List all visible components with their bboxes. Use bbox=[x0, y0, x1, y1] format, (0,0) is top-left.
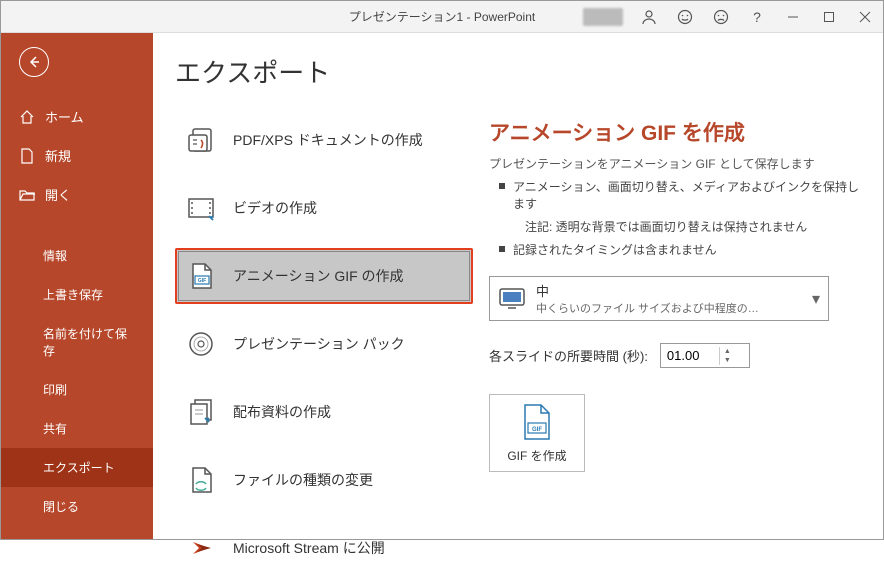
sidebar-saveas[interactable]: 名前を付けて保存 bbox=[1, 314, 153, 370]
export-handout[interactable]: 配布資料の作成 bbox=[175, 384, 473, 440]
dropdown-value: 中 bbox=[536, 281, 812, 300]
sidebar-save[interactable]: 上書き保存 bbox=[1, 275, 153, 314]
export-video-label: ビデオの作成 bbox=[233, 198, 317, 218]
sidebar-print[interactable]: 印刷 bbox=[1, 370, 153, 409]
time-label: 各スライドの所要時間 (秒): bbox=[489, 346, 648, 365]
export-gif-label: アニメーション GIF の作成 bbox=[233, 266, 404, 286]
minimize-button[interactable] bbox=[775, 1, 811, 33]
backstage-sidebar: ホーム 新規 開く 情報 上書き保存 名前を付けて保存 印刷 共有 エクスポート… bbox=[1, 33, 153, 539]
create-gif-button[interactable]: GIF GIF を作成 bbox=[489, 394, 585, 472]
export-filetype-label: ファイルの種類の変更 bbox=[233, 470, 373, 490]
video-icon bbox=[187, 194, 215, 222]
dropdown-description: 中くらいのファイル サイズおよび中程度の… bbox=[536, 300, 812, 316]
chevron-down-icon: ▾ bbox=[812, 289, 820, 309]
export-video[interactable]: ビデオの作成 bbox=[175, 180, 473, 236]
gif-file-icon: GIF bbox=[520, 403, 554, 441]
sidebar-close[interactable]: 閉じる bbox=[1, 487, 153, 526]
pdf-icon bbox=[187, 126, 215, 154]
export-stream-label: Microsoft Stream に公開 bbox=[233, 538, 385, 558]
handout-icon bbox=[187, 398, 215, 426]
filetype-icon bbox=[187, 466, 215, 494]
time-spinner[interactable]: ▲ ▼ bbox=[660, 343, 750, 368]
smile-icon[interactable] bbox=[667, 1, 703, 33]
package-icon bbox=[187, 330, 215, 358]
bullet-1: アニメーション、画面切り替え、メディアおよびインクを保持します bbox=[513, 178, 863, 212]
detail-title: アニメーション GIF を作成 bbox=[489, 117, 863, 147]
detail-panel: アニメーション GIF を作成 プレゼンテーションをアニメーション GIF とし… bbox=[483, 33, 883, 539]
sidebar-info[interactable]: 情報 bbox=[1, 236, 153, 275]
svg-text:GIF: GIF bbox=[198, 278, 206, 284]
sidebar-share[interactable]: 共有 bbox=[1, 409, 153, 448]
back-button[interactable] bbox=[19, 47, 49, 77]
titlebar: プレゼンテーション1 - PowerPoint ? bbox=[1, 1, 883, 33]
help-icon[interactable]: ? bbox=[739, 1, 775, 33]
account-icon[interactable] bbox=[631, 1, 667, 33]
spin-up[interactable]: ▲ bbox=[720, 347, 735, 356]
export-filetype[interactable]: ファイルの種類の変更 bbox=[175, 452, 473, 508]
export-stream[interactable]: Microsoft Stream に公開 bbox=[175, 520, 473, 576]
export-package-label: プレゼンテーション パック bbox=[233, 334, 405, 354]
sidebar-export[interactable]: エクスポート bbox=[1, 448, 153, 487]
maximize-button[interactable] bbox=[811, 1, 847, 33]
bullet-2: 記録されたタイミングは含まれません bbox=[513, 241, 717, 258]
export-package[interactable]: プレゼンテーション パック bbox=[175, 316, 473, 372]
page-title: エクスポート bbox=[175, 53, 473, 90]
detail-subtitle: プレゼンテーションをアニメーション GIF として保存します bbox=[489, 155, 863, 172]
create-gif-label: GIF を作成 bbox=[507, 447, 566, 464]
sidebar-new-label: 新規 bbox=[45, 146, 71, 165]
gif-icon: GIF bbox=[187, 262, 215, 290]
bullet-icon bbox=[499, 183, 505, 189]
frown-icon[interactable] bbox=[703, 1, 739, 33]
close-button[interactable] bbox=[847, 1, 883, 33]
bullet-icon bbox=[499, 246, 505, 252]
quality-dropdown[interactable]: 中 中くらいのファイル サイズおよび中程度の… ▾ bbox=[489, 276, 829, 321]
stream-icon bbox=[187, 534, 215, 562]
export-pdfxps[interactable]: PDF/XPS ドキュメントの作成 bbox=[175, 112, 473, 168]
sidebar-home-label: ホーム bbox=[45, 107, 84, 126]
export-pdfxps-label: PDF/XPS ドキュメントの作成 bbox=[233, 130, 423, 150]
spin-down[interactable]: ▼ bbox=[720, 356, 735, 365]
export-handout-label: 配布資料の作成 bbox=[233, 402, 331, 422]
export-gif[interactable]: GIF アニメーション GIF の作成 bbox=[175, 248, 473, 304]
home-icon bbox=[19, 109, 35, 125]
svg-text:GIF: GIF bbox=[532, 427, 542, 433]
open-icon bbox=[19, 187, 35, 203]
sidebar-open-label: 開く bbox=[45, 185, 71, 204]
sidebar-open[interactable]: 開く bbox=[1, 175, 153, 214]
account-avatar[interactable] bbox=[583, 8, 623, 26]
new-icon bbox=[19, 148, 35, 164]
sidebar-home[interactable]: ホーム bbox=[1, 97, 153, 136]
window-title: プレゼンテーション1 - PowerPoint bbox=[349, 8, 535, 25]
monitor-icon bbox=[498, 287, 526, 311]
detail-note: 注記: 透明な背景では画面切り替えは保持されません bbox=[525, 218, 863, 235]
time-input[interactable] bbox=[661, 344, 719, 367]
sidebar-new[interactable]: 新規 bbox=[1, 136, 153, 175]
